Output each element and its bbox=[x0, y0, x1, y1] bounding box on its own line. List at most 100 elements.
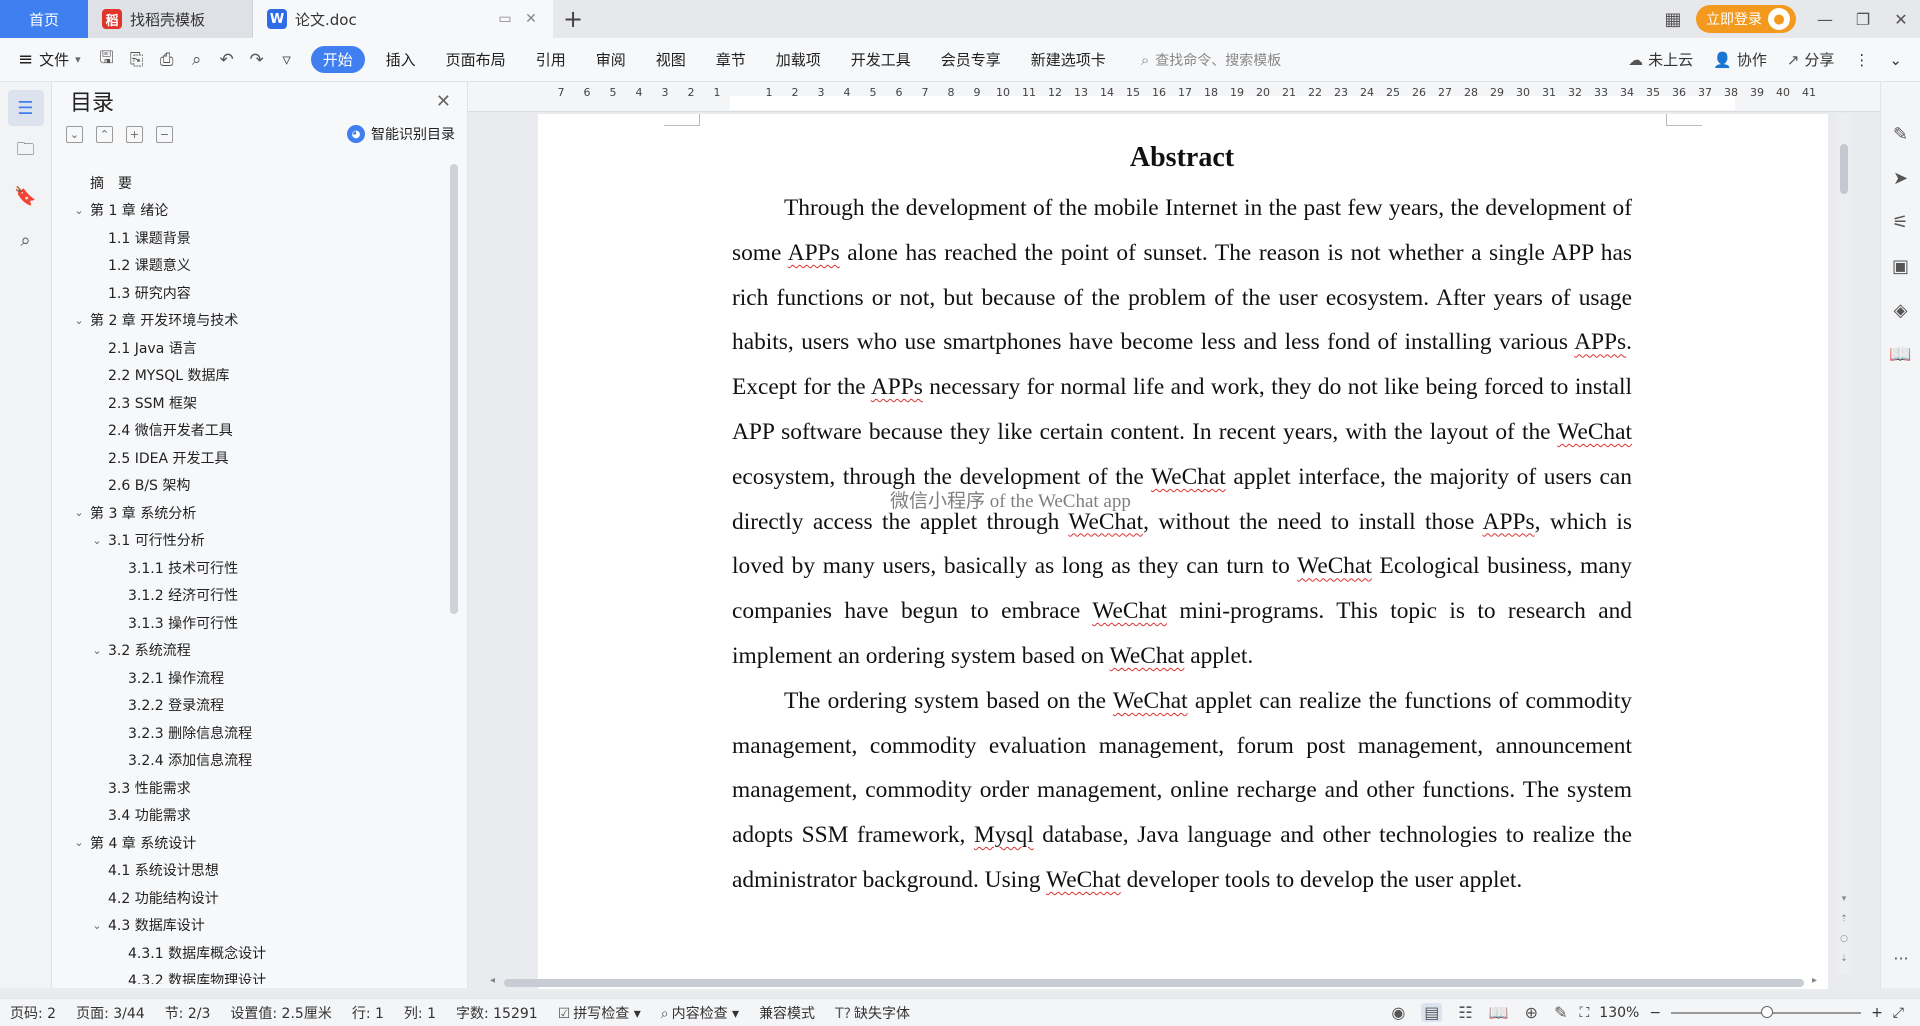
chevron-down-icon[interactable]: ⌄ bbox=[90, 919, 104, 932]
horizontal-scrollbar[interactable]: ◂ ▸ bbox=[488, 975, 1828, 987]
page-view-icon[interactable]: ▤ bbox=[1421, 1003, 1443, 1022]
export-pdf-icon[interactable]: ⎘ bbox=[127, 50, 147, 70]
web-view-icon[interactable]: ⊕ bbox=[1525, 1003, 1538, 1022]
save-icon[interactable]: 🖫 bbox=[97, 45, 117, 74]
ribbon-tab[interactable]: 审阅 bbox=[581, 49, 641, 70]
missing-font-button[interactable]: T? 缺失字体 bbox=[825, 1003, 920, 1023]
pen-icon[interactable]: ✎ bbox=[1881, 112, 1920, 156]
toc-item[interactable]: 2.3 SSM 框架 bbox=[52, 389, 444, 417]
smart-toc-button[interactable]: ◕ 智能识别目录 bbox=[347, 124, 455, 144]
eye-protection-icon[interactable]: ◉ bbox=[1391, 1003, 1405, 1022]
toc-item[interactable]: 2.1 Java 语言 bbox=[52, 334, 444, 362]
image-tool-icon[interactable]: ▣ bbox=[1881, 244, 1920, 288]
tab-template-store[interactable]: 稻 找稻壳模板 bbox=[88, 0, 253, 38]
toc-item[interactable]: ⌄ 第 4 章 系统设计 bbox=[52, 829, 444, 857]
fit-page-icon[interactable]: ⛶ bbox=[1579, 1005, 1589, 1021]
ribbon-tab[interactable]: 插入 bbox=[371, 49, 431, 70]
bookmark-icon[interactable]: 🔖 bbox=[8, 178, 44, 214]
toc-item[interactable]: 4.1 系统设计思想 bbox=[52, 857, 444, 885]
writing-mode-icon[interactable]: ✎ bbox=[1554, 1003, 1567, 1022]
toc-item[interactable]: 4.2 功能结构设计 bbox=[52, 884, 444, 912]
ribbon-tab[interactable]: 会员专享 bbox=[926, 49, 1016, 70]
toc-item[interactable]: ⌄ 第 2 章 开发环境与技术 bbox=[52, 307, 444, 335]
ribbon-tab[interactable]: 视图 bbox=[641, 49, 701, 70]
select-cursor-icon[interactable]: ➤ bbox=[1881, 156, 1920, 200]
zoom-slider[interactable] bbox=[1671, 1005, 1862, 1018]
chevron-down-icon[interactable]: ⌄ bbox=[72, 836, 86, 849]
scroll-thumb[interactable] bbox=[1840, 144, 1848, 194]
chapter-icon[interactable]: 🗀 bbox=[8, 134, 44, 170]
command-search[interactable]: ⌕ 查找命令、搜索模板 bbox=[1141, 50, 1281, 70]
ribbon-tab[interactable]: 页面布局 bbox=[431, 49, 521, 70]
toc-item[interactable]: 4.3.1 数据库概念设计 bbox=[52, 939, 444, 967]
share-button[interactable]: ↗ 分享 bbox=[1787, 49, 1835, 70]
toc-item[interactable]: 摘 要 bbox=[52, 169, 444, 197]
page-code[interactable]: 页码: 2 bbox=[0, 1003, 66, 1023]
content-check-button[interactable]: ⌕ 内容检查 ▾ bbox=[651, 1003, 749, 1023]
ribbon-tab[interactable]: 新建选项卡 bbox=[1016, 49, 1121, 70]
toc-item[interactable]: 3.3 性能需求 bbox=[52, 774, 444, 802]
word-count[interactable]: 字数: 15291 bbox=[446, 1003, 548, 1023]
collapse-ribbon-icon[interactable]: ⌄ bbox=[1889, 51, 1902, 69]
setting-value[interactable]: 设置值: 2.5厘米 bbox=[220, 1003, 341, 1023]
close-icon[interactable]: ✕ bbox=[1882, 0, 1920, 38]
close-tab-icon[interactable]: ✕ bbox=[523, 11, 539, 27]
scroll-left-icon[interactable]: ◂ bbox=[490, 975, 495, 986]
zoom-out-icon[interactable]: − bbox=[1649, 1005, 1661, 1021]
next-page-icon[interactable]: ⇣ bbox=[1838, 954, 1850, 964]
chevron-down-icon[interactable]: ⌄ bbox=[90, 644, 104, 657]
ribbon-tab[interactable]: 开始 bbox=[310, 46, 365, 73]
chevron-down-icon[interactable]: ⌄ bbox=[72, 204, 86, 217]
abstract-paragraph[interactable]: The ordering system based on the WeChat … bbox=[732, 679, 1632, 903]
chevron-down-icon[interactable]: ⌄ bbox=[72, 314, 86, 327]
toc-item[interactable]: ⌄ 3.2 系统流程 bbox=[52, 637, 444, 665]
toc-item[interactable]: 3.4 功能需求 bbox=[52, 802, 444, 830]
ribbon-tab[interactable]: 引用 bbox=[521, 49, 581, 70]
toc-item[interactable]: 2.5 IDEA 开发工具 bbox=[52, 444, 444, 472]
toc-item[interactable]: 4.3.2 数据库物理设计 bbox=[52, 967, 444, 984]
more-options-icon[interactable]: ⋮ bbox=[1854, 51, 1869, 69]
apps-grid-icon[interactable]: ▦ bbox=[1656, 0, 1690, 38]
outline-view-icon[interactable]: ☷ bbox=[1458, 1003, 1472, 1022]
document-page[interactable]: Abstract Through the development of the … bbox=[538, 114, 1828, 989]
toc-item[interactable]: 3.2.3 删除信息流程 bbox=[52, 719, 444, 747]
expand-all-icon[interactable]: ⌄ bbox=[66, 125, 83, 143]
toc-item[interactable]: 3.1.1 技术可行性 bbox=[52, 554, 444, 582]
zoom-slider-knob[interactable] bbox=[1761, 1005, 1774, 1018]
chevron-down-icon[interactable]: ⌄ bbox=[90, 534, 104, 547]
reading-view-icon[interactable]: 📖 bbox=[1489, 1003, 1509, 1022]
toc-panel-icon[interactable]: ☰ bbox=[7, 90, 44, 126]
print-icon[interactable]: ⎙ bbox=[157, 50, 177, 70]
login-button[interactable]: 立即登录 ● bbox=[1696, 5, 1796, 33]
more-icon[interactable]: ··· bbox=[1881, 949, 1920, 968]
undo-icon[interactable]: ↶ bbox=[217, 50, 237, 70]
toc-scrollbar[interactable] bbox=[450, 164, 458, 614]
adjust-icon[interactable]: ⚟ bbox=[1881, 200, 1920, 244]
print-preview-icon[interactable]: ⌕ bbox=[187, 50, 207, 70]
toc-item[interactable]: 3.2.2 登录流程 bbox=[52, 692, 444, 720]
ribbon-tab[interactable]: 加载项 bbox=[761, 49, 836, 70]
fullscreen-icon[interactable]: ⤢ bbox=[1893, 1005, 1904, 1021]
tab-document[interactable]: W 论文.doc ▭ ✕ bbox=[253, 0, 553, 38]
add-heading-icon[interactable]: + bbox=[126, 125, 143, 143]
row-indicator[interactable]: 行: 1 bbox=[342, 1003, 394, 1023]
zoom-level[interactable]: 130% bbox=[1599, 1005, 1639, 1021]
spell-check-button[interactable]: ☑ 拼写检查 ▾ bbox=[548, 1003, 651, 1023]
scroll-down-icon[interactable]: ▾ bbox=[1838, 894, 1850, 904]
cloud-status-button[interactable]: ☁ 未上云 bbox=[1628, 49, 1693, 70]
restore-icon[interactable]: ❐ bbox=[1844, 0, 1882, 38]
section-indicator[interactable]: 节: 2/3 bbox=[155, 1003, 221, 1023]
find-icon[interactable]: ⌕ bbox=[8, 222, 44, 258]
chevron-down-icon[interactable]: ⌄ bbox=[72, 506, 86, 519]
toc-item[interactable]: 1.1 课题背景 bbox=[52, 224, 444, 252]
toc-item[interactable]: ⌄ 4.3 数据库设计 bbox=[52, 912, 444, 940]
ribbon-tab[interactable]: 章节 bbox=[701, 49, 761, 70]
zoom-in-icon[interactable]: + bbox=[1871, 1005, 1883, 1021]
toc-item[interactable]: ⌄ 第 1 章 绪论 bbox=[52, 197, 444, 225]
file-menu[interactable]: ≡ 文件 ▾ bbox=[0, 49, 89, 70]
vertical-scrollbar[interactable]: ▾ ⇡ ○ ⇣ bbox=[1836, 114, 1852, 974]
collapse-all-icon[interactable]: ⌃ bbox=[96, 125, 113, 143]
toc-item[interactable]: 3.1.3 操作可行性 bbox=[52, 609, 444, 637]
screen-icon[interactable]: ▭ bbox=[497, 11, 513, 27]
toc-item[interactable]: 3.2.1 操作流程 bbox=[52, 664, 444, 692]
